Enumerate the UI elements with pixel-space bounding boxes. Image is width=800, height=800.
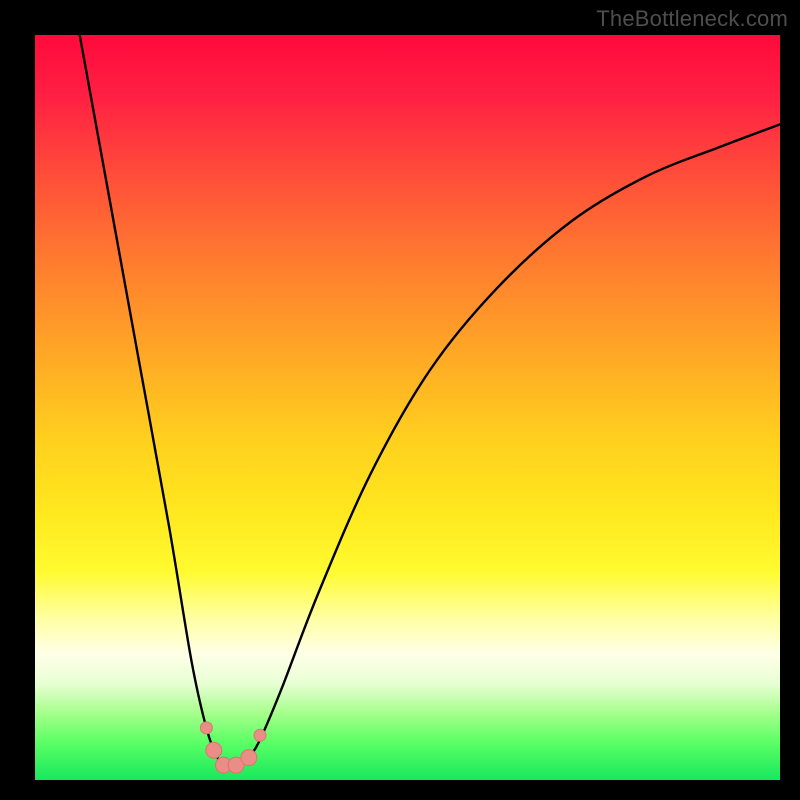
- outer-frame: TheBottleneck.com: [0, 0, 800, 800]
- optimal-marker: [241, 750, 257, 766]
- optimal-marker: [200, 722, 212, 734]
- plot-area: [35, 35, 780, 780]
- bottleneck-curve: [80, 35, 780, 766]
- watermark-text: TheBottleneck.com: [596, 6, 788, 32]
- optimal-marker: [254, 729, 266, 741]
- curve-layer: [35, 35, 780, 780]
- optimal-marker: [206, 742, 222, 758]
